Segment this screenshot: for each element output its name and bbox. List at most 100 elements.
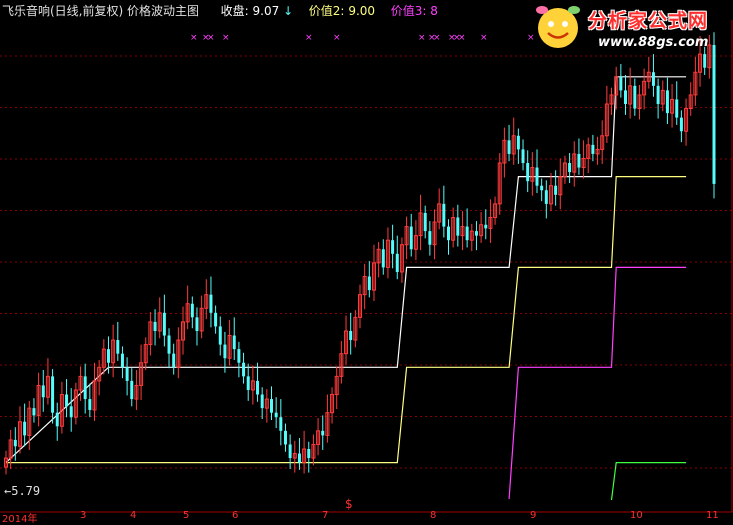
candle-body <box>484 224 488 229</box>
close-label: 收盘: <box>220 4 249 18</box>
candle-body <box>190 303 194 318</box>
value3-label: 价值3: <box>390 4 427 18</box>
candle-body <box>675 99 679 118</box>
candle-body <box>232 335 236 350</box>
close-arrow: ↓ <box>283 4 294 18</box>
signal-mark: × <box>458 33 466 43</box>
candle-body <box>120 353 124 368</box>
candle-body <box>447 226 450 241</box>
signal-mark: × <box>418 33 426 43</box>
candle-body <box>679 117 683 132</box>
x-axis-tick-label: 9 <box>530 510 537 521</box>
chart-title: 飞乐音响(日线,前复权) 价格波动主图 <box>2 4 199 18</box>
candle-body <box>69 406 73 418</box>
candle-body <box>544 190 548 204</box>
candle-body <box>456 217 460 236</box>
candle-body <box>474 231 478 236</box>
candle-body <box>51 376 55 413</box>
candle-body <box>619 76 623 91</box>
candle-body <box>465 226 469 241</box>
candle-body <box>321 430 325 436</box>
candle-body <box>23 421 27 436</box>
signal-mark: × <box>222 33 230 43</box>
candle-body <box>535 167 539 186</box>
x-axis-tick-label: 7 <box>322 510 329 521</box>
candle-body <box>288 444 292 459</box>
candle-body <box>307 448 311 459</box>
candle-body <box>442 203 446 227</box>
candle-body <box>106 349 110 363</box>
candle-body <box>633 85 637 109</box>
watermark-logo: 分析家公式网 www.88gs.com <box>528 0 733 56</box>
candle-body <box>242 362 246 377</box>
signal-mark: × <box>433 33 441 43</box>
x-axis-tick-label: 4 <box>130 510 137 521</box>
x-axis-tick-label: 2014年 <box>2 514 38 525</box>
candle-body <box>554 185 558 195</box>
signal-dollar-mark: $ <box>345 497 353 511</box>
candle-body <box>591 144 595 154</box>
x-axis-tick-label: 6 <box>232 510 239 521</box>
candle-body <box>428 231 432 245</box>
signal-mark: × <box>190 33 198 43</box>
candle-body <box>665 90 669 114</box>
value2-label: 价值2: <box>308 4 345 18</box>
candle-body <box>283 430 287 445</box>
smiley-icon <box>536 6 580 48</box>
value3-value: 8 <box>430 4 438 18</box>
candle-body <box>391 240 395 254</box>
x-axis-tick-label: 5 <box>183 510 190 521</box>
candle-body <box>256 380 260 395</box>
x-axis-tick-label: 10 <box>630 510 643 521</box>
candle-body <box>521 149 525 164</box>
candle-body <box>656 85 660 105</box>
candle-body <box>260 394 264 409</box>
candle-body <box>516 135 520 150</box>
x-axis-tick-label: 11 <box>706 510 719 521</box>
candle-body <box>172 353 176 368</box>
candle-body <box>83 376 87 400</box>
candle-body <box>41 385 45 398</box>
price-chart: × ×× × × × × ×× ××× × × <box>0 20 733 513</box>
value-line <box>5 76 687 464</box>
candle-body <box>13 439 17 447</box>
x-axis-tick-label: 8 <box>430 510 437 521</box>
candle-body <box>712 45 716 184</box>
candle-body <box>279 417 283 431</box>
candle-body <box>162 312 166 336</box>
candle-body <box>526 163 530 182</box>
candle-body <box>125 367 129 381</box>
candle-body <box>651 72 655 86</box>
candle-body <box>624 90 627 105</box>
value-line <box>610 462 687 501</box>
candle-body <box>130 380 134 400</box>
candle-body <box>381 249 385 268</box>
candle-body <box>55 412 59 427</box>
candle-body <box>540 185 544 191</box>
candle-body <box>577 153 581 168</box>
candle-body <box>409 226 413 250</box>
signal-mark: × <box>480 33 488 43</box>
signal-mark: × <box>333 33 341 43</box>
candle-body <box>167 335 171 354</box>
candle-body <box>274 412 278 418</box>
candle-body <box>209 294 213 313</box>
candle-body <box>246 376 250 390</box>
candle-body <box>270 399 273 413</box>
candle-body <box>423 212 427 232</box>
candle-body <box>395 253 399 272</box>
chart-header: 飞乐音响(日线,前复权) 价格波动主图 收盘: 9.07 ↓ 价值2: 9.00… <box>2 2 438 20</box>
candle-body <box>153 321 157 331</box>
signal-mark: × <box>207 33 215 43</box>
candle-body <box>349 330 353 341</box>
candle-body <box>367 276 371 291</box>
value-line <box>508 266 687 499</box>
x-axis-tick-label: 3 <box>80 510 87 521</box>
min-price-label: ←5.79 <box>4 484 41 498</box>
candle-body <box>32 408 36 416</box>
candle-body <box>568 163 572 173</box>
candle-body <box>65 394 69 407</box>
candle-body <box>218 326 222 345</box>
candle-body <box>195 317 199 331</box>
candle-body <box>88 399 92 410</box>
